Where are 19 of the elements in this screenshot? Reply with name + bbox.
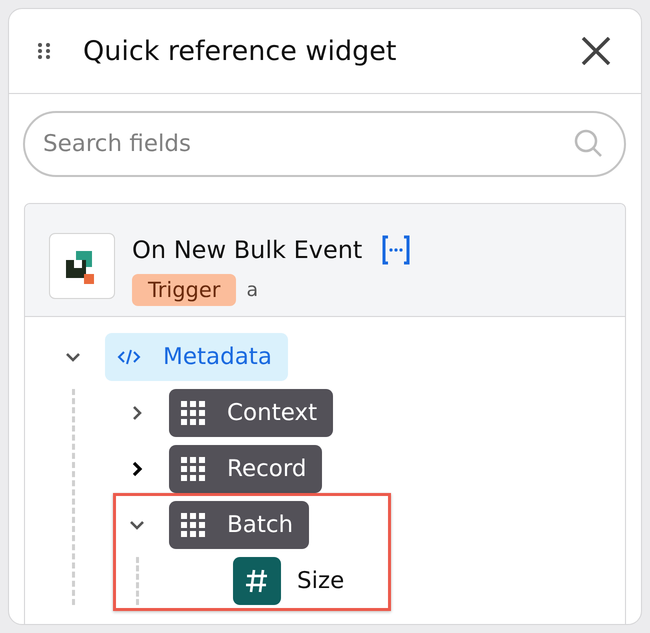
step-suffix: a [246, 279, 258, 301]
grid-icon [181, 513, 205, 537]
field-label: Size [297, 568, 344, 594]
code-icon [117, 347, 141, 367]
variable-icon[interactable] [380, 234, 412, 266]
search-field[interactable]: Search fields [23, 111, 626, 177]
app-logo-icon [49, 233, 115, 299]
object-chip[interactable]: Batch [169, 501, 310, 549]
drag-handle-icon[interactable] [37, 42, 51, 60]
trigger-badge: Trigger [132, 274, 236, 306]
object-chip[interactable]: Record [169, 445, 322, 493]
grid-icon [181, 401, 205, 425]
widget-title: Quick reference widget [83, 36, 398, 66]
object-chip[interactable]: Context [169, 389, 334, 437]
close-icon[interactable] [581, 37, 611, 65]
hash-icon [233, 557, 281, 605]
grid-icon [181, 457, 205, 481]
trigger-name: On New Bulk Event [132, 236, 362, 264]
metadata-chip[interactable]: Metadata [105, 333, 288, 381]
